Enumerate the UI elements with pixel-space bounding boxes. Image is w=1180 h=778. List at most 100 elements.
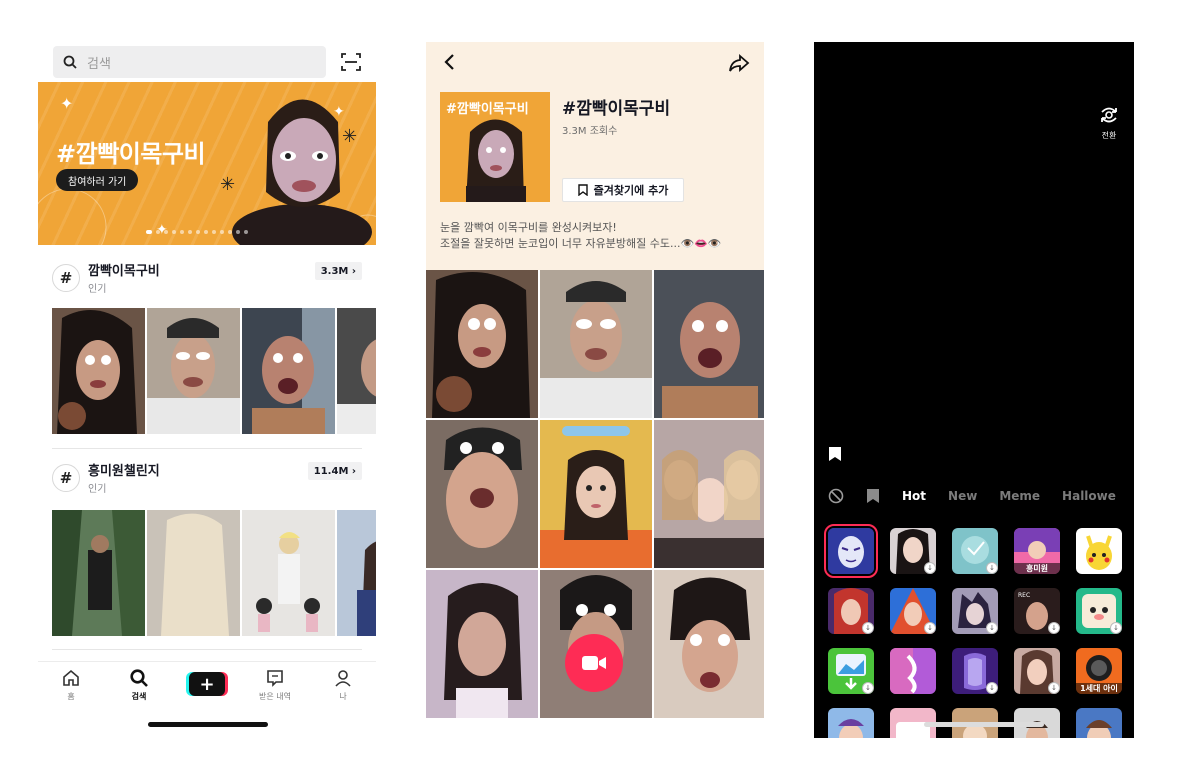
download-icon: ↓ (1110, 622, 1122, 634)
record-button[interactable] (565, 634, 623, 692)
download-icon: ↓ (986, 682, 998, 694)
effect-item[interactable]: ↓ (952, 648, 998, 694)
effect-item[interactable]: ↓ (890, 588, 936, 634)
effect-item[interactable]: 1세대 아이 (1076, 648, 1122, 694)
tab-label: 홈 (67, 692, 75, 701)
effect-item[interactable]: REC ↓ (1014, 588, 1060, 634)
flip-camera-icon (1101, 107, 1117, 123)
create-plus-icon: + (189, 672, 225, 696)
flip-camera-label: 전환 (1101, 131, 1117, 140)
effect-caption: 1세대 아이 (1076, 683, 1122, 694)
effects-grid: ↓ ↓ 흥미원 ↓ ↓ ↓ REC ↓ ↓ ↓ ↓ ↓ 1세대 아이 (824, 524, 1134, 738)
tab-hot[interactable]: Hot (902, 489, 926, 503)
video-thumbnail[interactable] (147, 308, 240, 434)
join-button[interactable]: 참여하러 가기 (56, 169, 139, 191)
hashtag-subtitle: 인기 (88, 484, 107, 495)
home-indicator (924, 722, 1044, 727)
flip-camera-button[interactable]: 전환 (1098, 104, 1120, 141)
search-screen: 검색 ✦ ✦ ✦ ✳ ✳ #깜빡이목구비 참여하러 가기 # 깜빡이목구비 인기… (38, 42, 376, 738)
tab-search[interactable]: 검색 (114, 668, 164, 702)
hashtag-name: 깜빡이목구비 (88, 264, 160, 279)
video-thumbnail[interactable] (147, 510, 240, 636)
hashtag-subtitle: 인기 (88, 284, 107, 295)
hashtag-row[interactable]: # 깜빡이목구비 인기 3.3M › (52, 260, 362, 300)
create-button[interactable]: + (186, 672, 228, 696)
effect-item[interactable] (1076, 528, 1122, 574)
tab-profile[interactable]: 나 (318, 668, 368, 702)
add-favorite-label: 즐겨찾기에 추가 (593, 184, 669, 197)
effect-category-tabs: Hot New Meme Hallowe (828, 486, 1116, 506)
hashtag-count[interactable]: 11.4M › (307, 462, 362, 480)
search-placeholder: 검색 (87, 56, 111, 72)
tab-inbox[interactable]: 받은 내역 (250, 668, 300, 702)
video-thumbnail[interactable] (426, 270, 538, 418)
video-thumbnail[interactable] (654, 570, 764, 718)
effect-item[interactable]: ↓ (952, 588, 998, 634)
effect-item[interactable] (890, 648, 936, 694)
video-thumbnail[interactable] (540, 270, 652, 418)
effect-item[interactable]: ↓ (828, 648, 874, 694)
video-thumbnail[interactable] (52, 510, 145, 636)
back-arrow-icon[interactable] (440, 52, 460, 72)
download-icon: ↓ (862, 682, 874, 694)
tab-new[interactable]: New (948, 489, 977, 503)
video-thumbnail[interactable] (242, 308, 335, 434)
download-icon: ↓ (986, 622, 998, 634)
scan-icon[interactable] (340, 51, 362, 73)
effect-item[interactable] (1076, 708, 1122, 738)
video-thumbnail[interactable] (426, 570, 538, 718)
add-favorite-button[interactable]: 즐겨찾기에 추가 (562, 178, 684, 202)
effect-item[interactable] (824, 524, 878, 578)
effect-item[interactable]: ↓ (890, 528, 936, 574)
video-thumbnail[interactable] (654, 270, 764, 418)
video-thumbnail[interactable] (540, 420, 652, 568)
divider (52, 649, 362, 650)
hashtag-page: #깜빡이목구비 #깜빡이목구비 3.3M 조회수 즐겨찾기에 추가 눈을 깜빡여… (426, 42, 764, 738)
download-icon: ↓ (862, 622, 874, 634)
effect-item[interactable]: ↓ (828, 588, 874, 634)
tab-label: 검색 (131, 692, 147, 701)
search-icon (130, 669, 148, 687)
video-thumbnails (52, 308, 376, 434)
view-count: 3.3M 조회수 (562, 126, 618, 137)
video-thumbnail[interactable] (654, 420, 764, 568)
search-input[interactable]: 검색 (53, 46, 326, 78)
share-icon[interactable] (728, 52, 750, 74)
download-icon: ↓ (924, 622, 936, 634)
hashtag-banner[interactable]: ✦ ✦ ✦ ✳ ✳ #깜빡이목구비 참여하러 가기 (38, 82, 376, 245)
tab-home[interactable]: 홈 (46, 668, 96, 702)
download-icon: ↓ (1048, 682, 1060, 694)
banner-pagination (146, 230, 248, 234)
video-thumbnail[interactable] (337, 308, 376, 434)
effect-item[interactable] (828, 708, 874, 738)
video-thumbnail[interactable] (242, 510, 335, 636)
hashtag-description: 눈을 깜빡여 이목구비를 완성시켜보자! 조절을 잘못하면 눈코입이 너무 자유… (440, 221, 722, 250)
banner-face-image (232, 99, 372, 245)
banner-title: #깜빡이목구비 (56, 140, 206, 168)
video-thumbnail[interactable] (337, 510, 376, 636)
video-thumbnails (52, 510, 376, 636)
tab-meme[interactable]: Meme (999, 489, 1040, 503)
saved-effects-icon[interactable] (866, 488, 880, 504)
hashtag-row[interactable]: # 흥미원챌린지 인기 11.4M › (52, 460, 362, 500)
effect-item[interactable]: 흥미원 (1014, 528, 1060, 574)
tab-halloween[interactable]: Hallowe (1062, 489, 1116, 503)
no-effect-icon[interactable] (828, 488, 844, 504)
divider (52, 448, 362, 449)
profile-icon (335, 670, 351, 687)
bottom-tab-bar: 홈 검색 + 받은 내역 나 (38, 661, 376, 713)
video-thumbnail[interactable] (52, 308, 145, 434)
download-icon: ↓ (924, 562, 936, 574)
tab-label: 받은 내역 (259, 692, 291, 701)
download-icon: ↓ (1048, 622, 1060, 634)
hashtag-icon: # (52, 464, 80, 492)
effect-caption: 흥미원 (1014, 563, 1060, 574)
hashtag-count[interactable]: 3.3M › (314, 262, 362, 280)
effect-item[interactable]: ↓ (952, 528, 998, 574)
effect-item[interactable]: ↓ (1014, 648, 1060, 694)
bookmark-icon[interactable] (828, 446, 842, 462)
sparkle-icon: ✦ (60, 94, 74, 113)
video-thumbnail[interactable] (426, 420, 538, 568)
effect-item[interactable]: ↓ (1076, 588, 1122, 634)
download-icon: ↓ (986, 562, 998, 574)
